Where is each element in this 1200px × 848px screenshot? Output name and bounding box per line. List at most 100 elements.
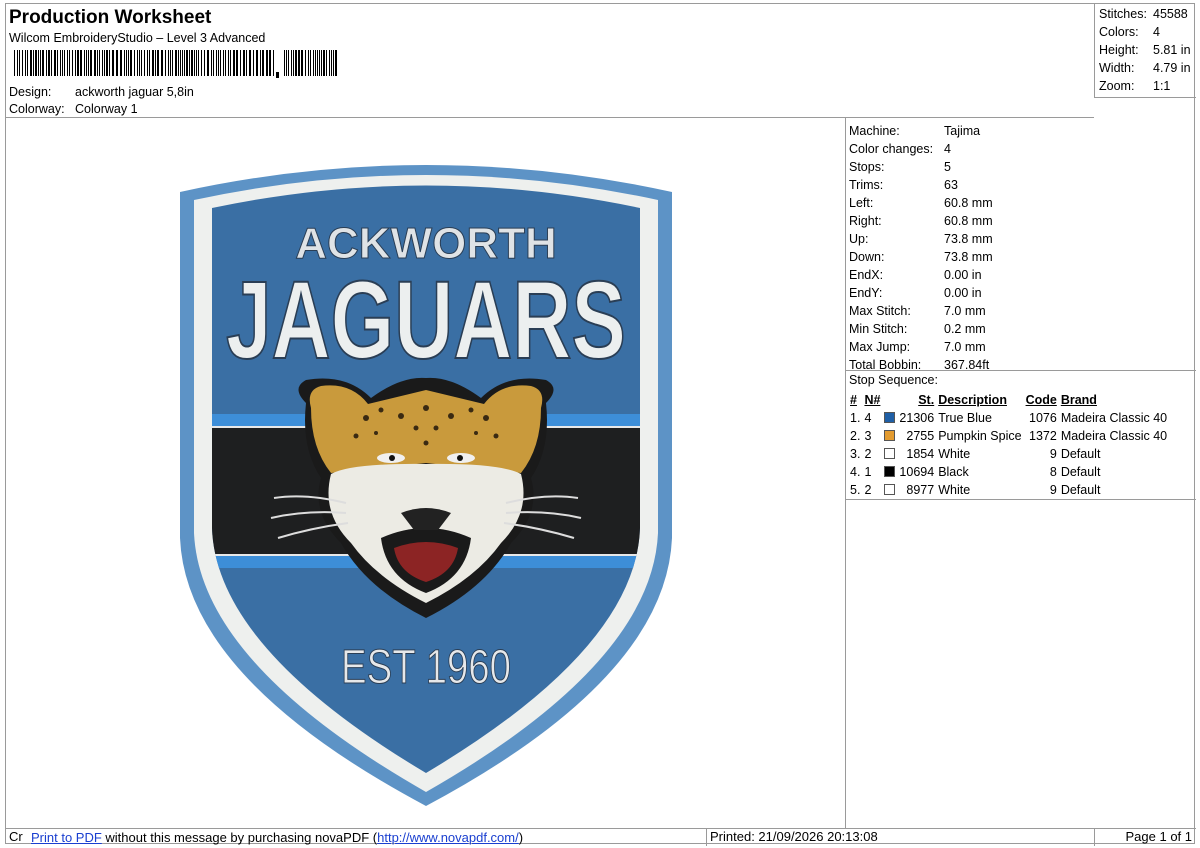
colors-row: Colors: 4 — [1099, 25, 1160, 39]
page-number: Page 1 of 1 — [1125, 829, 1193, 844]
swatch-icon — [884, 484, 896, 495]
colorway-row: Colorway: Colorway 1 — [9, 102, 138, 116]
zoom-label: Zoom: — [1099, 79, 1135, 93]
color-swatch — [882, 427, 897, 445]
stop-stitches: 21306 — [899, 411, 935, 425]
print-to-pdf-link[interactable]: Print to PDF — [31, 830, 102, 845]
stitches-value: 45588 — [1153, 7, 1188, 21]
stop-stitches: 10694 — [899, 465, 935, 479]
stop-needle: 3 — [864, 429, 872, 443]
spec-row: Stops: 5 — [849, 158, 993, 176]
col-num: # — [850, 393, 857, 407]
col-swatch — [882, 391, 897, 409]
swatch-icon — [884, 430, 896, 441]
novapdf-url-link[interactable]: http://www.novapdf.com/ — [377, 830, 519, 845]
stop-code: 9 — [1049, 483, 1057, 497]
novapdf-text-end: ) — [518, 830, 524, 845]
stop-num: 5. — [850, 483, 861, 497]
stop-table-header: # N# St. Description Code Brand — [848, 391, 1169, 409]
table-row: 4. 1 10694 Black 8 Default — [848, 463, 1169, 481]
spec-value: Tajima — [944, 124, 981, 138]
spec-label: EndX: — [849, 268, 884, 282]
footer: Cr Print to PDF without this message by … — [6, 828, 1196, 846]
swatch-icon — [884, 448, 896, 459]
colorway-value: Colorway 1 — [75, 102, 138, 116]
colorway-label: Colorway: — [9, 102, 65, 116]
col-stitches: St. — [918, 393, 935, 407]
table-row: 5. 2 8977 White 9 Default — [848, 481, 1169, 499]
machine-specs: Machine: Tajima Color changes: 4 Stops: 5 Trim… — [849, 122, 993, 374]
width-row: Width: 4.79 in — [1099, 61, 1191, 75]
spec-label: Max Stitch: — [849, 304, 911, 318]
footer-cr: Cr — [9, 829, 23, 844]
spec-label: Right: — [849, 214, 882, 228]
spec-row: Max Stitch: 7.0 mm — [849, 302, 993, 320]
spec-value: 7.0 mm — [944, 304, 986, 318]
col-brand: Brand — [1060, 393, 1097, 407]
stop-brand: Default — [1060, 447, 1101, 461]
col-code: Code — [1025, 393, 1057, 407]
spec-label: Machine: — [849, 124, 900, 138]
printed-date: Printed: 21/09/2026 20:13:08 — [710, 829, 878, 844]
design-preview: ACKWORTH JAGUARS EST 1960 — [6, 118, 846, 828]
col-description: Description — [938, 393, 1007, 407]
stop-description: Pumpkin Spice — [938, 429, 1022, 443]
stop-code: 1076 — [1029, 411, 1057, 425]
stop-code: 8 — [1049, 465, 1057, 479]
spec-row: Right: 60.8 mm — [849, 212, 993, 230]
spec-value: 60.8 mm — [944, 214, 993, 228]
stop-brand: Madeira Classic 40 — [1060, 429, 1168, 443]
spec-label: Min Stitch: — [849, 322, 908, 336]
stop-code: 1372 — [1029, 429, 1057, 443]
patch-est: EST 1960 — [341, 641, 511, 694]
summary-box: Stitches: 45588 Colors: 4 Height: 5.81 in W… — [1094, 4, 1196, 98]
spec-row: Color changes: 4 — [849, 140, 993, 158]
colors-label: Colors: — [1099, 25, 1139, 39]
spec-row: Machine: Tajima — [849, 122, 993, 140]
patch-jaguars: JAGUARS — [226, 259, 626, 382]
stop-num: 4. — [850, 465, 861, 479]
stop-sequence-title: Stop Sequence: — [849, 373, 938, 387]
spec-row: Max Jump: 7.0 mm — [849, 338, 993, 356]
stitches-label: Stitches: — [1099, 7, 1147, 21]
table-row: 1. 4 21306 True Blue 1076 Madeira Classic 40 — [848, 409, 1169, 427]
stop-num: 3. — [850, 447, 861, 461]
design-value: ackworth jaguar 5,8in — [75, 85, 194, 99]
zoom-value: 1:1 — [1153, 79, 1171, 93]
spec-label: Up: — [849, 232, 869, 246]
spec-value: 5 — [944, 160, 951, 174]
colors-value: 4 — [1153, 25, 1160, 39]
height-value: 5.81 in — [1153, 43, 1191, 57]
spec-value: 73.8 mm — [944, 250, 993, 264]
spec-label: Color changes: — [849, 142, 934, 156]
stop-description: White — [938, 447, 971, 461]
spec-value: 0.2 mm — [944, 322, 986, 336]
spec-row: Down: 73.8 mm — [849, 248, 993, 266]
spec-label: Max Jump: — [849, 340, 911, 354]
table-row: 3. 2 1854 White 9 Default — [848, 445, 1169, 463]
stop-needle: 4 — [864, 411, 872, 425]
stop-description: True Blue — [938, 411, 992, 425]
stop-description: White — [938, 483, 971, 497]
swatch-icon — [884, 412, 896, 423]
width-label: Width: — [1099, 61, 1135, 75]
stop-description: Black — [938, 465, 969, 479]
page-title: Production Worksheet — [9, 7, 212, 28]
patch-image: ACKWORTH JAGUARS EST 1960 — [180, 165, 672, 806]
stop-needle: 2 — [864, 447, 872, 461]
height-label: Height: — [1099, 43, 1139, 57]
spec-label: Trims: — [849, 178, 884, 192]
spec-label: Left: — [849, 196, 874, 210]
swatch-icon — [884, 466, 896, 477]
spec-row: EndY: 0.00 in — [849, 284, 993, 302]
color-swatch — [882, 409, 897, 427]
stop-num: 1. — [850, 411, 861, 425]
worksheet-header: Production Worksheet Wilcom EmbroiderySt… — [6, 4, 1094, 118]
footer-divider — [706, 829, 707, 846]
stop-stitches: 8977 — [906, 483, 935, 497]
stop-sequence-table: # N# St. Description Code Brand 1. 4 21306… — [848, 391, 1169, 499]
spec-value: 63 — [944, 178, 958, 192]
spec-value: 4 — [944, 142, 951, 156]
stop-num: 2. — [850, 429, 861, 443]
software-name: Wilcom EmbroideryStudio – Level 3 Advanc… — [9, 31, 266, 45]
